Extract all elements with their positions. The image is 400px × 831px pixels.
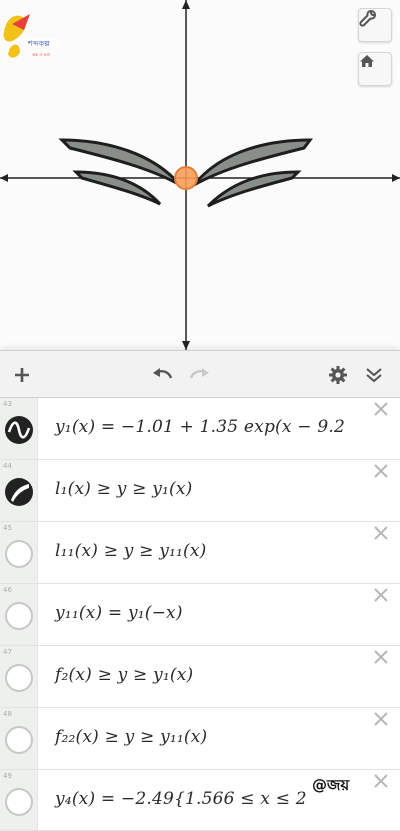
row-number: 44: [3, 462, 12, 470]
expression-row[interactable]: 44 l₁(x) ≥ y ≥ y₁(x): [0, 460, 400, 522]
graph-toggle[interactable]: [5, 788, 33, 816]
home-icon: [360, 55, 374, 67]
channel-logo: শব্দকল্প অঙ্ক ও কলা: [0, 8, 64, 64]
svg-text:অঙ্ক ও কলা: অঙ্ক ও কলা: [31, 52, 51, 57]
collapse-list-button[interactable]: [360, 361, 388, 389]
wave-icon: [7, 421, 31, 439]
expression-row[interactable]: 45 l₁₁(x) ≥ y ≥ y₁₁(x): [0, 522, 400, 584]
gear-icon: [329, 366, 347, 384]
undo-icon: [153, 368, 173, 379]
graph-toggle[interactable]: [5, 726, 33, 754]
graph-toggle[interactable]: [5, 478, 33, 506]
row-number: 48: [3, 710, 12, 718]
x-axis-arrow-right: [392, 174, 400, 182]
expression-text[interactable]: y₁₁(x) = y₁(−x): [55, 603, 183, 623]
close-icon[interactable]: [372, 710, 390, 728]
y-axis-arrow-top: [182, 0, 190, 9]
row-number: 46: [3, 586, 12, 594]
close-icon[interactable]: [372, 772, 390, 790]
close-icon[interactable]: [372, 648, 390, 666]
row-number: 49: [3, 772, 12, 780]
close-icon[interactable]: [372, 462, 390, 480]
expression-row[interactable]: 43 y₁(x) = −1.01 + 1.35 exp(x − 9.2: [0, 398, 400, 460]
expression-text[interactable]: l₁(x) ≥ y ≥ y₁(x): [55, 479, 192, 499]
graph-toggle[interactable]: [5, 602, 33, 630]
add-expression-button[interactable]: [8, 361, 36, 389]
row-number: 43: [3, 400, 12, 408]
double-chevron-down-icon: [366, 368, 382, 383]
undo-button[interactable]: [148, 361, 176, 389]
shaded-region-icon: [11, 484, 29, 502]
graph-toggle[interactable]: [5, 664, 33, 692]
close-icon[interactable]: [372, 586, 390, 604]
expression-text[interactable]: l₁₁(x) ≥ y ≥ y₁₁(x): [55, 541, 207, 561]
home-button[interactable]: [358, 52, 392, 86]
wing-lower-right: [206, 170, 302, 208]
row-number: 45: [3, 524, 12, 532]
redo-button[interactable]: [186, 361, 214, 389]
wing-lower-left: [72, 170, 162, 206]
graph-settings-button[interactable]: [358, 8, 392, 42]
close-icon[interactable]: [372, 400, 390, 418]
expression-toolbar: [0, 350, 400, 398]
expression-row[interactable]: 46 y₁₁(x) = y₁(−x): [0, 584, 400, 646]
graph-toggle[interactable]: [5, 540, 33, 568]
expression-text[interactable]: f₂₂(x) ≥ y ≥ y₁₁(x): [55, 727, 207, 747]
expression-text[interactable]: f₂(x) ≥ y ≥ y₁(x): [55, 665, 193, 685]
expression-text[interactable]: y₄(x) = −2.49{1.566 ≤ x ≤ 2: [55, 789, 307, 809]
expression-list: 43 y₁(x) = −1.01 + 1.35 exp(x − 9.2 44 l…: [0, 398, 400, 831]
svg-text:শব্দকল্প: শব্দকল্প: [27, 39, 50, 48]
expression-row[interactable]: 47 f₂(x) ≥ y ≥ y₁(x): [0, 646, 400, 708]
close-icon[interactable]: [372, 524, 390, 542]
plus-icon: [15, 368, 29, 382]
gear-button[interactable]: [324, 361, 352, 389]
graph-canvas[interactable]: শব্দকল্প অঙ্ক ও কলা: [0, 0, 400, 350]
wrench-icon: [359, 10, 376, 27]
expression-text[interactable]: y₁(x) = −1.01 + 1.35 exp(x − 9.2: [55, 417, 345, 437]
redo-icon: [189, 368, 209, 379]
y-axis-arrow-bottom: [182, 341, 190, 350]
row-number: 47: [3, 648, 12, 656]
graph-toggle[interactable]: [5, 416, 33, 444]
colorful-logo-icon: শব্দকল্প অঙ্ক ও কলা: [3, 14, 60, 58]
watermark-text: @জয়: [312, 776, 350, 794]
x-axis-arrow-left: [0, 174, 8, 182]
expression-row[interactable]: 48 f₂₂(x) ≥ y ≥ y₁₁(x): [0, 708, 400, 770]
